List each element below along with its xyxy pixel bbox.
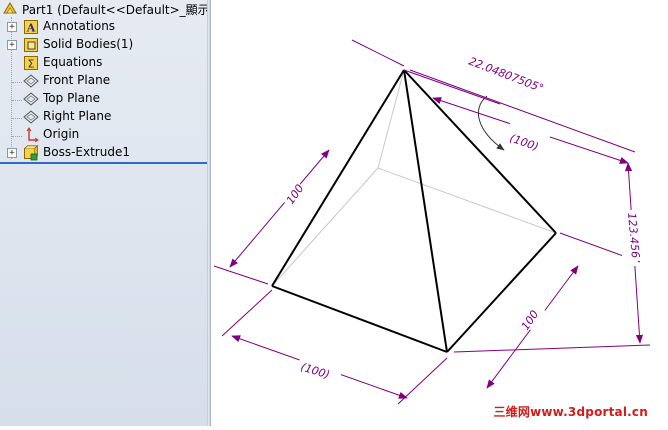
tree-item-front-plane[interactable]: Front Plane [0,72,207,90]
plane-icon [23,73,39,89]
extrude-icon [23,144,39,161]
tree-root-label: Part1 (Default<<Default>_顯示狀 [22,3,207,17]
angle-dimension-label[interactable]: 22.04807505° [467,55,545,95]
tree-item-origin[interactable]: Origin [0,126,207,144]
bottom-edge-dimension: (100) [231,335,408,399]
tree-item-label: Annotations [43,19,116,33]
tree-item-label: Solid Bodies(1) [43,37,134,51]
solid-bodies-icon [23,37,39,53]
site-watermark: 三维网www.3dportal.cn [493,405,648,419]
tree-item-label: Top Plane [43,91,100,105]
model-drawing[interactable]: 22.04807505° (100) 100 123.456 100 (100) [211,0,668,426]
tree-item-solid-bodies[interactable]: + Solid Bodies(1) [0,36,207,54]
tree-rollback-bar[interactable] [0,162,207,164]
tree-item-label: Right Plane [43,109,112,123]
expand-toggle[interactable]: + [7,40,17,50]
dimension-extension-lines [213,39,651,405]
annotations-icon: A [23,19,39,35]
tree-item-boss-extrude1[interactable]: + Boss-Extrude1 [0,144,207,162]
tree-item-top-plane[interactable]: Top Plane [0,90,207,108]
tree-item-label: Origin [43,127,80,141]
tree-item-equations[interactable]: Σ Equations [0,54,207,72]
equations-icon: Σ [23,55,39,71]
top-edge-dimension: (100) [432,97,629,164]
plane-icon [23,91,39,107]
graphics-viewport[interactable]: 22.04807505° (100) 100 123.456 100 (100)… [211,0,668,426]
plane-icon [23,109,39,125]
expand-toggle[interactable]: + [7,22,17,32]
hidden-edges [271,69,557,287]
right-height-dimension: 123.456 [622,162,644,344]
expand-toggle[interactable]: + [7,148,17,158]
tree-item-right-plane[interactable]: Right Plane [0,108,207,126]
tree-item-label: Equations [43,55,103,69]
tree-item-annotations[interactable]: + A Annotations [0,18,207,36]
feature-manager-tree: Part1 (Default<<Default>_顯示狀 + A Annotat… [0,0,207,426]
part-icon [2,1,18,17]
right-lower-dimension: 100 [486,265,579,389]
tree-root-part1[interactable]: Part1 (Default<<Default>_顯示狀 [0,0,207,18]
tree-item-label: Front Plane [43,73,111,87]
left-edge-dimension: 100 [229,149,330,268]
svg-text:Σ: Σ [28,58,35,71]
svg-text:A: A [26,22,36,35]
tree-item-label: Boss-Extrude1 [43,145,130,159]
pyramid-edges [271,69,557,353]
origin-icon [23,127,39,143]
